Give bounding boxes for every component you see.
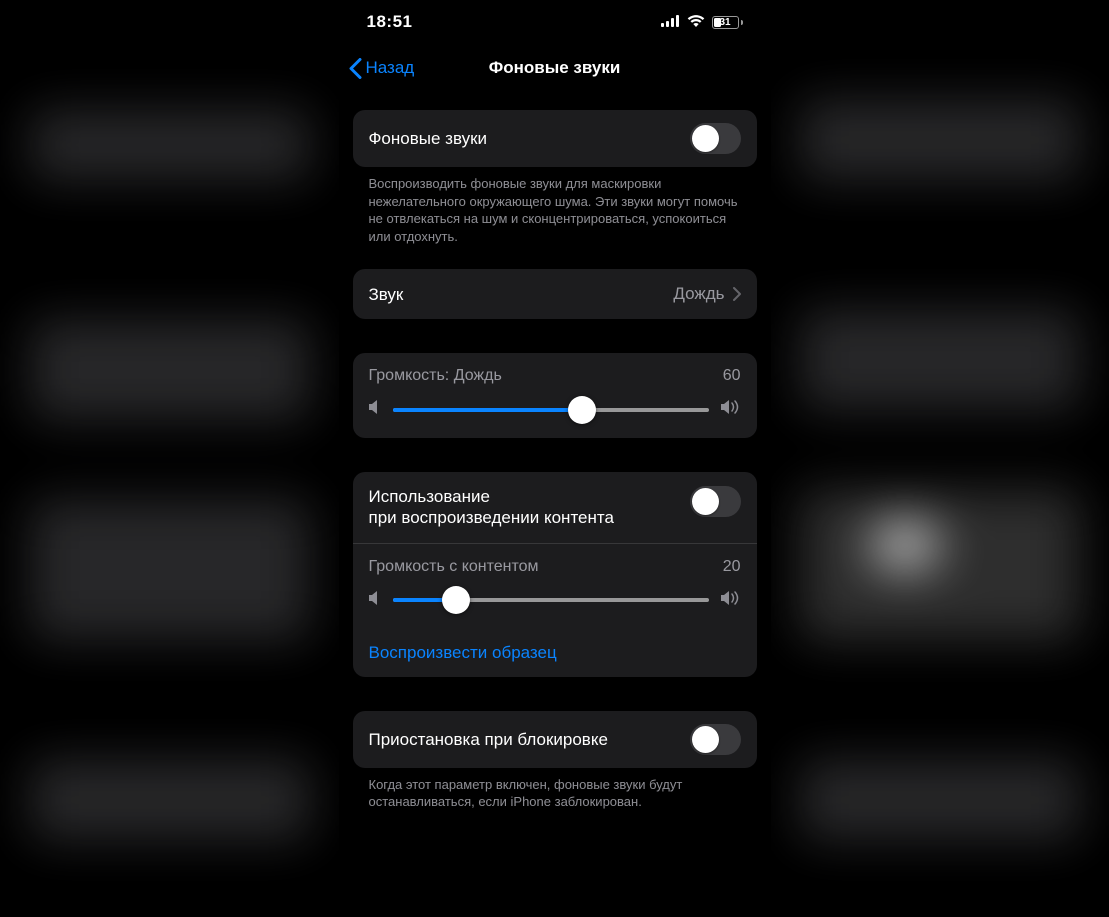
volume-low-icon — [369, 399, 381, 420]
row-volume-rain: Громкость: Дождь 60 — [353, 353, 757, 438]
row-label: Использование при воспроизведении контен… — [369, 486, 614, 529]
footer-background-sounds: Воспроизводить фоновые звуки для маскиро… — [353, 167, 757, 245]
page-title: Фоновые звуки — [489, 58, 621, 78]
group-pause-on-lock: Приостановка при блокировке — [353, 711, 757, 768]
group-volume: Громкость: Дождь 60 — [353, 353, 757, 438]
group-sound: Звук Дождь — [353, 269, 757, 319]
status-time: 18:51 — [367, 12, 413, 32]
volume-high-icon — [721, 399, 741, 420]
volume-value: 60 — [723, 367, 741, 385]
row-label: Приостановка при блокировке — [369, 729, 608, 750]
row-sound-select[interactable]: Звук Дождь — [353, 269, 757, 319]
group-media-playback: Использование при воспроизведении контен… — [353, 472, 757, 677]
back-button[interactable]: Назад — [349, 46, 415, 90]
sound-value: Дождь — [673, 284, 724, 304]
back-label: Назад — [366, 58, 415, 78]
toggle-use-with-media[interactable] — [690, 486, 741, 517]
cellular-icon — [661, 12, 680, 32]
row-pause-on-lock-toggle[interactable]: Приостановка при блокировке — [353, 711, 757, 768]
row-label: Звук — [369, 284, 404, 305]
nav-bar: Назад Фоновые звуки — [339, 46, 771, 90]
volume-slider[interactable] — [393, 408, 709, 412]
volume-high-icon — [721, 590, 741, 611]
volume-content-slider[interactable] — [393, 598, 709, 602]
wifi-icon — [687, 12, 705, 32]
chevron-right-icon — [733, 287, 741, 301]
volume-content-value: 20 — [723, 558, 741, 576]
footer-pause-on-lock: Когда этот параметр включен, фоновые зву… — [353, 768, 757, 811]
play-sample-button[interactable]: Воспроизвести образец — [353, 629, 757, 677]
row-use-with-media-toggle[interactable]: Использование при воспроизведении контен… — [353, 472, 757, 543]
row-background-sounds-toggle[interactable]: Фоновые звуки — [353, 110, 757, 167]
volume-label: Громкость: Дождь — [369, 367, 502, 385]
content-scroll[interactable]: Фоновые звуки Воспроизводить фоновые зву… — [339, 90, 771, 917]
group-background-sounds: Фоновые звуки — [353, 110, 757, 167]
battery-icon: 31 — [712, 16, 743, 29]
row-volume-with-content: Громкость с контентом 20 — [353, 543, 757, 629]
row-label: Фоновые звуки — [369, 128, 488, 149]
toggle-background-sounds[interactable] — [690, 123, 741, 154]
toggle-pause-on-lock[interactable] — [690, 724, 741, 755]
phone-frame: 18:51 31 Назад Фоновые звуки — [339, 0, 771, 917]
status-bar: 18:51 31 — [339, 0, 771, 44]
volume-low-icon — [369, 590, 381, 611]
volume-content-label: Громкость с контентом — [369, 558, 539, 576]
